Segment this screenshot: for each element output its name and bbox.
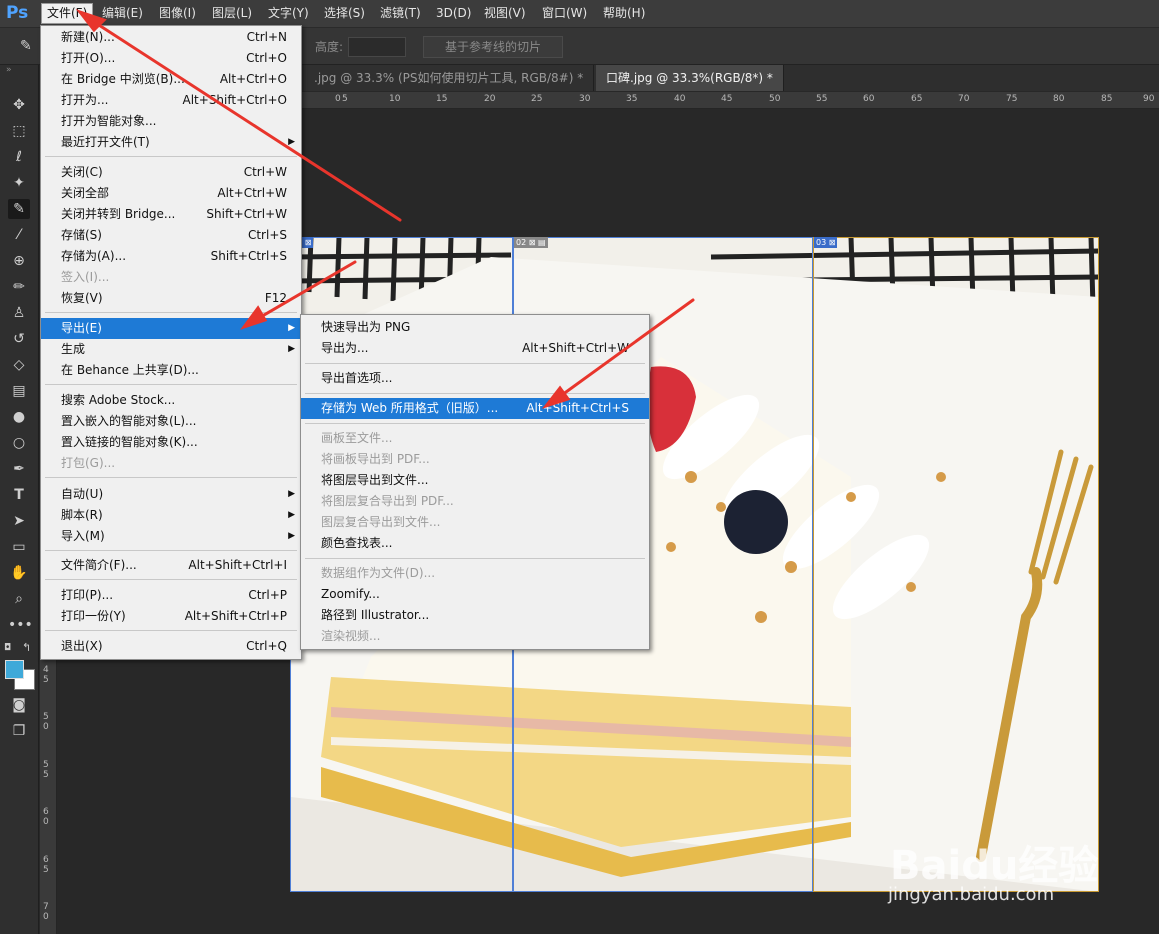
annotation-arrows (75, 9, 695, 409)
annotation-arrowhead (239, 305, 268, 330)
baidu-watermark-logo: Baidu经验 (890, 843, 1099, 889)
annotation-arrow-save-web (553, 298, 695, 402)
annotation-arrow-export (250, 260, 357, 324)
annotation-arrowhead (541, 385, 571, 409)
baidu-watermark-url: jingyan.baidu.com (888, 884, 1055, 905)
annotation-arrow-file (86, 16, 402, 222)
